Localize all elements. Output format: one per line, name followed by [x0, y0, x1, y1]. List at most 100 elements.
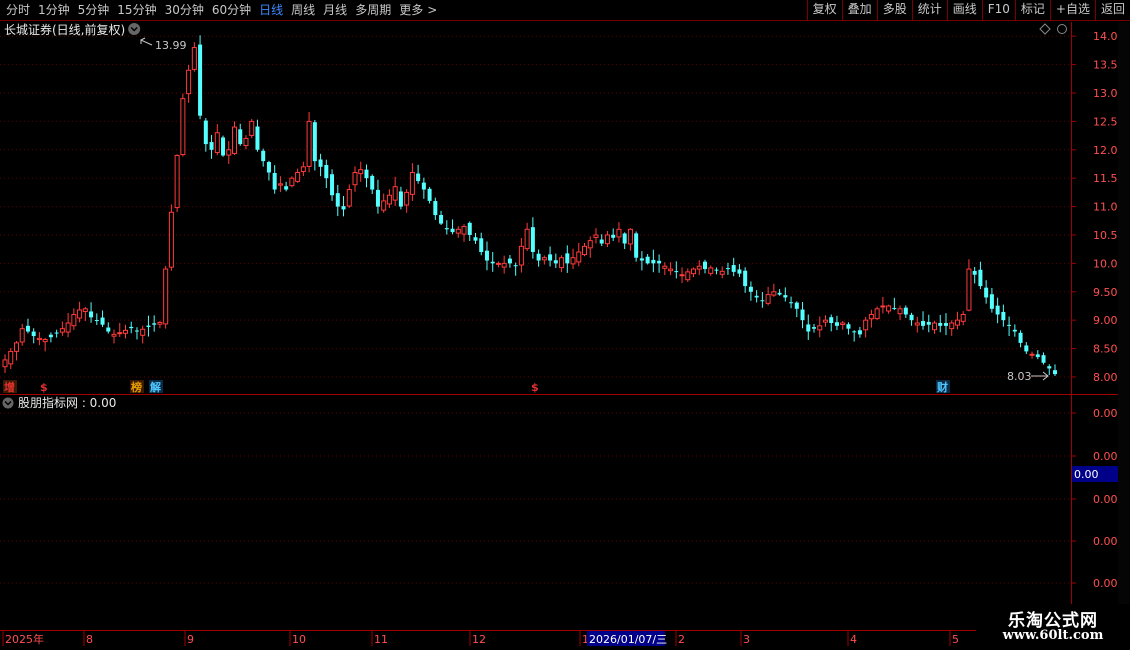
candle: [897, 305, 903, 320]
svg-text:2026/01/07/三: 2026/01/07/三: [589, 633, 667, 646]
price-tick-label: 9.50: [1093, 286, 1118, 299]
date-axis: 2025年 8 9 10 11 12 1 2 3 4 5: [2, 631, 959, 646]
candle: [880, 296, 886, 314]
circle-icon[interactable]: [1057, 24, 1067, 34]
candle: [461, 224, 467, 242]
diamond-icon[interactable]: [1039, 23, 1051, 35]
candle: [455, 226, 461, 238]
candle: [754, 290, 759, 303]
candle: [938, 314, 943, 333]
candle: [65, 312, 71, 338]
candle: [834, 315, 839, 331]
candle: [243, 135, 249, 150]
candle: [662, 262, 668, 276]
candle: [94, 313, 99, 325]
candle: [691, 267, 697, 278]
candle: [1012, 324, 1017, 337]
candle: [892, 297, 897, 311]
candle: [954, 311, 960, 330]
candle: [358, 161, 364, 182]
candle: [2, 354, 8, 373]
svg-text:0.00: 0.00: [1074, 468, 1099, 481]
candle: [25, 318, 30, 334]
low-annotation: 8.03: [1007, 370, 1049, 383]
candle: [140, 325, 146, 344]
candle: [416, 164, 421, 184]
candle: [685, 268, 691, 282]
chart-settings-icon[interactable]: [128, 23, 141, 35]
svg-text:榜: 榜: [131, 380, 142, 394]
candle: [783, 287, 788, 302]
candle: [857, 326, 862, 338]
candle: [421, 177, 426, 199]
candle: [846, 322, 851, 335]
candle: [966, 259, 972, 312]
candle: [341, 195, 346, 217]
candle: [570, 248, 576, 270]
candle: [840, 321, 846, 330]
candle: [989, 287, 994, 313]
candle: [238, 123, 243, 146]
candle: [36, 332, 42, 346]
chart-canvas: 长城证券(日线,前复权) 14.0013.5013.0012.5012.0011…: [0, 22, 1125, 646]
event-marker: $: [40, 381, 48, 394]
right-strip: [1118, 22, 1130, 630]
candle: [214, 124, 220, 156]
candle: [852, 330, 857, 342]
candlestick-series: [2, 35, 1058, 376]
candle: [1052, 364, 1058, 376]
candle: [450, 219, 455, 235]
candle: [1007, 316, 1012, 336]
date-tick-label: 2: [678, 633, 685, 646]
svg-text:$: $: [531, 381, 539, 394]
candle: [8, 348, 14, 370]
candle: [439, 210, 444, 226]
indicator-grid: [0, 412, 1071, 584]
candle: [272, 165, 277, 194]
date-tick-label: 2025年: [5, 632, 44, 646]
indicator-tick-label: 0.00: [1093, 577, 1118, 590]
candle: [794, 301, 799, 318]
candle: [266, 160, 271, 181]
candle: [392, 176, 398, 206]
candle: [444, 220, 449, 235]
candle: [1029, 351, 1035, 359]
candle: [479, 232, 484, 256]
candle: [433, 197, 438, 220]
candle: [765, 286, 771, 306]
candle: [484, 241, 489, 271]
candle: [203, 118, 208, 152]
candle: [536, 249, 541, 267]
candle: [593, 228, 599, 244]
candle: [932, 320, 938, 334]
price-tick-label: 8.50: [1093, 343, 1118, 356]
candle: [312, 119, 317, 171]
candle: [886, 304, 892, 314]
candle: [559, 255, 565, 273]
event-marker: 增: [3, 380, 17, 394]
candle: [249, 119, 255, 139]
candle: [77, 301, 83, 323]
svg-text:解: 解: [150, 380, 161, 394]
candle: [719, 266, 725, 279]
indicator-settings-icon[interactable]: [2, 397, 14, 409]
candle: [157, 321, 163, 329]
candle: [364, 164, 369, 188]
price-tick-label: 8.00: [1093, 371, 1118, 384]
candle: [960, 311, 966, 326]
candle: [427, 186, 432, 204]
candle: [82, 306, 88, 322]
event-marker: 财: [936, 380, 950, 394]
date-tick-label: 8: [86, 633, 93, 646]
candle: [168, 204, 174, 271]
candle: [868, 309, 874, 328]
candle: [1047, 364, 1052, 375]
candle: [530, 217, 535, 259]
candle: [777, 289, 782, 296]
candle: [1001, 304, 1006, 327]
chart-title: 长城证券(日线,前复权): [4, 22, 125, 37]
candle: [59, 321, 65, 336]
candle: [255, 119, 260, 152]
indicator-title: 股朋指标网 : 0.00: [18, 395, 116, 410]
date-tick-label: 9: [187, 633, 194, 646]
